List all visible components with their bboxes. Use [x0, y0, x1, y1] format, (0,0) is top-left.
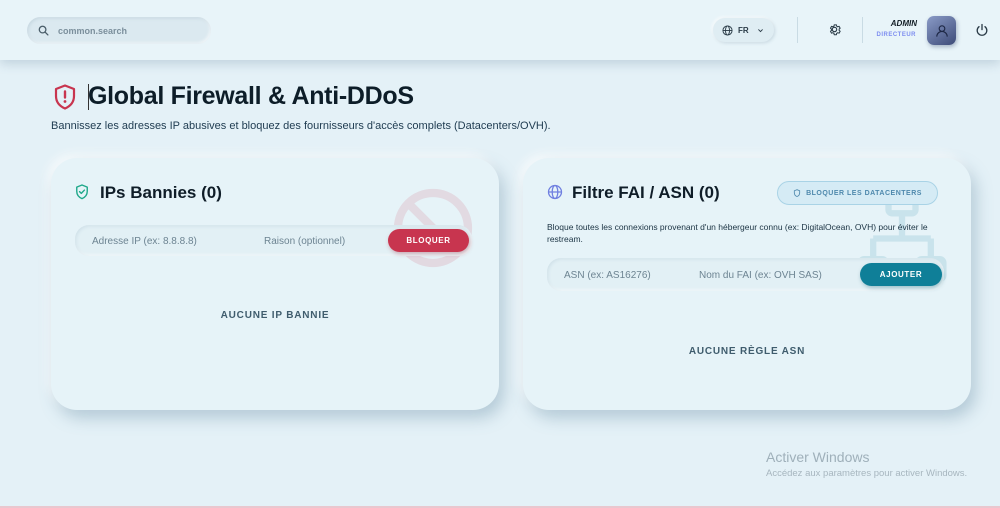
language-code: FR — [738, 25, 749, 35]
block-datacenters-label: BLOQUER LES DATACENTERS — [806, 189, 922, 197]
search-input[interactable] — [58, 25, 198, 36]
header-divider — [797, 17, 798, 43]
banned-ips-title: IPs Bannies (0) — [100, 183, 222, 202]
page-title: Global Firewall & Anti-DDoS — [88, 82, 414, 110]
ban-ip-form: BLOQUER — [75, 225, 472, 256]
asn-filter-title: Filtre FAI / ASN (0) — [572, 183, 720, 202]
asn-form: AJOUTER — [547, 258, 944, 291]
search-box[interactable] — [27, 17, 211, 44]
header-divider — [862, 17, 863, 43]
top-bar: FR ADMIN DIRECTEUR — [0, 0, 1000, 60]
windows-activation-title: Activer Windows — [766, 449, 870, 465]
reason-input[interactable] — [264, 233, 374, 249]
globe-icon — [547, 184, 563, 200]
gear-icon[interactable] — [827, 22, 842, 37]
page-subtitle: Bannissez les adresses IP abusives et bl… — [51, 120, 551, 132]
banned-ips-empty-state: AUCUNE IP BANNIE — [220, 310, 330, 321]
asn-filter-description: Bloque toutes les connexions provenant d… — [547, 222, 928, 244]
chevron-down-icon — [757, 28, 763, 32]
windows-activation-subtitle: Accédez aux paramètres pour activer Wind… — [766, 468, 968, 479]
avatar[interactable] — [927, 16, 956, 45]
asn-rules-empty-state: AUCUNE RÈGLE ASN — [688, 346, 806, 357]
isp-name-input[interactable] — [699, 267, 849, 283]
block-ip-button[interactable]: BLOQUER — [388, 229, 469, 252]
language-selector[interactable]: FR — [713, 18, 774, 42]
user-name: ADMIN — [890, 19, 917, 28]
shield-check-icon — [76, 184, 88, 200]
ip-address-input[interactable] — [92, 233, 252, 249]
globe-icon — [722, 24, 733, 36]
add-asn-button[interactable]: AJOUTER — [860, 263, 942, 286]
user-icon — [935, 24, 948, 37]
user-role: DIRECTEUR — [876, 32, 916, 38]
banned-ips-card: IPs Bannies (0) BLOQUER AUCUNE IP BANNIE — [51, 158, 499, 410]
shield-alert-icon — [54, 84, 76, 110]
asn-input[interactable] — [564, 267, 684, 283]
search-icon — [38, 25, 49, 36]
power-icon[interactable] — [975, 23, 989, 37]
block-datacenters-button[interactable]: BLOQUER LES DATACENTERS — [777, 181, 938, 205]
asn-filter-card: Filtre FAI / ASN (0) BLOQUER LES DATACEN… — [523, 158, 971, 410]
shield-icon — [793, 189, 801, 197]
